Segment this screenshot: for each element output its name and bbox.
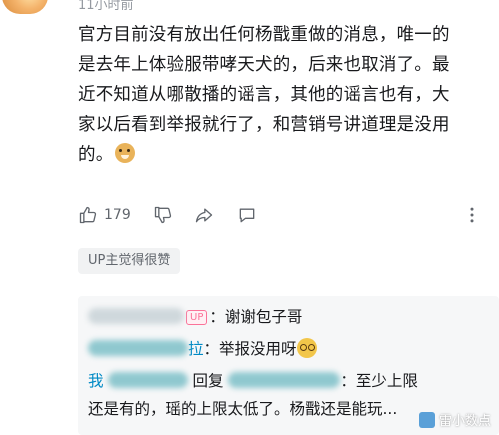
comment-line: 官方目前没有放出任何杨戬重做的消息，唯一的 [78, 25, 450, 45]
watermark: 雷小数点 [418, 410, 491, 429]
blurred-username [88, 308, 184, 324]
share-icon [195, 208, 213, 223]
more-vertical-icon [470, 207, 474, 223]
doge-icon [115, 143, 136, 163]
up-liked-badge: UP主觉得很赞 [78, 248, 181, 274]
comment-line: 家以后看到举报就行了，和营销号讲道理是没用 [78, 115, 450, 135]
reply-button[interactable] [237, 205, 257, 225]
reply-2[interactable]: 拉：举报没用呀 [88, 336, 317, 362]
comment-line-last: 的。 [78, 140, 478, 170]
blurred-username [88, 340, 188, 356]
comment-line: 近不知道从哪散播的谣言，其他的谣言也有，大 [78, 85, 450, 105]
comment-timestamp: 11小时前 [78, 0, 134, 13]
share-button[interactable] [194, 205, 214, 225]
thinking-emoji-icon [296, 338, 317, 358]
like-count: 179 [104, 207, 131, 223]
blurred-mention [228, 372, 341, 388]
username-prefix[interactable]: 我 [88, 372, 104, 390]
reply-3[interactable]: 我 回复 ：至少上限 [88, 368, 418, 394]
reply-text: ：谢谢包子哥 [209, 308, 303, 326]
dislike-button[interactable] [153, 205, 173, 225]
blurred-username [107, 372, 188, 388]
reply-3-continued: 还是有的，瑶的上限太低了。杨戬还是能玩... [88, 400, 398, 418]
reply-1[interactable]: UP ：谢谢包子哥 [88, 304, 302, 330]
reply-word: 回复 [192, 372, 224, 390]
up-tag: UP [186, 310, 208, 325]
more-options-button[interactable] [462, 205, 482, 225]
comment-body: 官方目前没有放出任何杨戬重做的消息，唯一的 是去年上体验服带哮天犬的，后来也取消… [78, 20, 478, 170]
username-suffix[interactable]: 拉 [188, 340, 204, 358]
avatar[interactable]: ★ ✦ [2, 0, 48, 14]
reply-text: ：举报没用呀 [203, 340, 297, 358]
thumbs-down-icon [154, 206, 172, 224]
comment-line: 是去年上体验服带哮天犬的，后来也取消了。最 [78, 55, 450, 75]
thumbs-up-icon [79, 206, 97, 224]
watermark-logo-icon [418, 411, 435, 428]
like-button[interactable]: 179 [78, 205, 131, 225]
comment-action-bar: 179 [78, 205, 488, 227]
watermark-text: 雷小数点 [438, 414, 491, 429]
reply-text: ：至少上限 [340, 372, 418, 390]
comment-icon [239, 208, 255, 223]
